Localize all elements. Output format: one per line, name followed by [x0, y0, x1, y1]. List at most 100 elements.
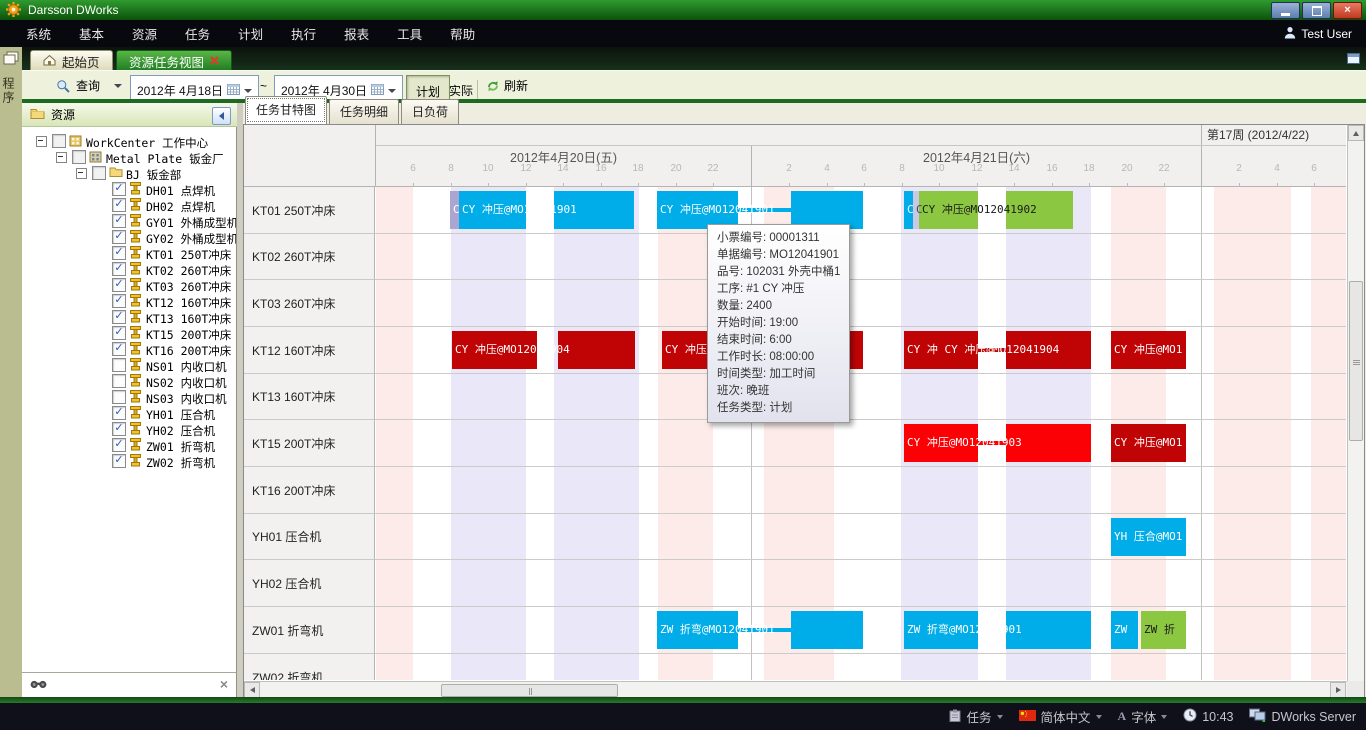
menu-item[interactable]: 工具 — [383, 24, 436, 43]
status-item[interactable]: 任务 — [949, 707, 1002, 726]
checkbox[interactable] — [112, 198, 126, 212]
tree-item[interactable]: DH01 点焊机 — [22, 182, 236, 197]
menu-item[interactable]: 基本 — [65, 24, 118, 43]
gantt-task-bar[interactable] — [904, 331, 978, 369]
gantt-task-bar[interactable] — [459, 191, 526, 229]
tree-item[interactable]: Metal Plate 钣金厂 — [22, 150, 236, 165]
gantt-task-bar[interactable] — [904, 424, 978, 462]
tree-item[interactable]: NS02 内收口机 — [22, 374, 236, 389]
gantt-task-bar[interactable] — [1141, 611, 1186, 649]
menu-item[interactable]: 资源 — [118, 24, 171, 43]
gantt-task-bar[interactable] — [1111, 331, 1186, 369]
scroll-right-button[interactable] — [1330, 682, 1346, 698]
checkbox[interactable] — [112, 406, 126, 420]
tab-close-icon[interactable] — [210, 54, 219, 68]
tree-item[interactable]: NS01 内收口机 — [22, 358, 236, 373]
tree-item[interactable]: KT15 200T冲床 — [22, 326, 236, 341]
checkbox[interactable] — [72, 150, 86, 164]
gantt-task-bar[interactable] — [1006, 331, 1091, 369]
checkbox[interactable] — [112, 214, 126, 228]
binoculars-icon[interactable] — [30, 679, 47, 693]
refresh-button[interactable]: 刷新 — [504, 71, 528, 100]
checkbox[interactable] — [112, 422, 126, 436]
window-layout-icon[interactable] — [1347, 53, 1360, 67]
menu-item[interactable]: 系统 — [12, 24, 65, 43]
tree-item[interactable]: GY02 外桶成型机 — [22, 230, 236, 245]
tree-item[interactable]: ZW01 折弯机 — [22, 438, 236, 453]
tree-item[interactable]: YH01 压合机 — [22, 406, 236, 421]
tree-item[interactable]: ZW02 折弯机 — [22, 454, 236, 469]
checkbox[interactable] — [112, 262, 126, 276]
gantt-task-bar[interactable] — [1111, 424, 1186, 462]
tree-item[interactable]: KT13 160T冲床 — [22, 310, 236, 325]
tree-item[interactable]: DH02 点焊机 — [22, 198, 236, 213]
vertical-scrollbar[interactable] — [1347, 125, 1364, 698]
tree-search-bar[interactable]: × — [22, 672, 236, 698]
view-tab[interactable]: 任务甘特图 — [245, 96, 327, 124]
checkbox[interactable] — [52, 134, 66, 148]
checkbox[interactable] — [112, 358, 126, 372]
user-indicator[interactable]: Test User — [1284, 20, 1352, 47]
tree-item[interactable]: KT03 260T冲床 — [22, 278, 236, 293]
tree-item[interactable]: BJ 钣金部 — [22, 166, 236, 181]
expander-icon[interactable] — [76, 168, 87, 179]
horizontal-scrollbar[interactable] — [244, 681, 1347, 698]
expander-icon[interactable] — [36, 136, 47, 147]
gantt-task-bar[interactable] — [657, 611, 738, 649]
scroll-left-button[interactable] — [244, 682, 260, 698]
tree-item[interactable]: KT01 250T冲床 — [22, 246, 236, 261]
tree-item[interactable]: YH02 压合机 — [22, 422, 236, 437]
checkbox[interactable] — [112, 278, 126, 292]
gantt-task-bar[interactable] — [1111, 611, 1138, 649]
tree-item[interactable]: NS03 内收口机 — [22, 390, 236, 405]
gantt-task-bar[interactable] — [1111, 518, 1186, 556]
dock-tab-program[interactable]: 程序 — [0, 77, 22, 105]
search-button[interactable]: 查询 — [76, 71, 100, 100]
menu-item[interactable]: 执行 — [277, 24, 330, 43]
tree-item[interactable]: WorkCenter 工作中心 — [22, 134, 236, 149]
gantt-task-bar[interactable] — [450, 191, 459, 229]
gantt-task-bar[interactable] — [558, 331, 635, 369]
checkbox[interactable] — [112, 326, 126, 340]
scroll-up-button[interactable] — [1348, 125, 1364, 141]
checkbox[interactable] — [112, 342, 126, 356]
status-item[interactable]: 10:43 — [1183, 708, 1233, 725]
view-tab[interactable]: 日负荷 — [401, 99, 459, 124]
checkbox[interactable] — [112, 182, 126, 196]
tab-resource-task-view[interactable]: 资源任务视图 — [116, 50, 232, 71]
search-dropdown-caret[interactable] — [114, 71, 122, 100]
checkbox[interactable] — [112, 230, 126, 244]
menu-item[interactable]: 计划 — [224, 24, 277, 43]
tree-item[interactable]: GY01 外桶成型机 — [22, 214, 236, 229]
tree-item[interactable]: KT02 260T冲床 — [22, 262, 236, 277]
vertical-scroll-thumb[interactable] — [1349, 281, 1363, 441]
view-tab[interactable]: 任务明细 — [329, 99, 399, 124]
horizontal-scroll-thumb[interactable] — [441, 684, 618, 697]
gantt-task-bar[interactable] — [452, 331, 537, 369]
collapse-panel-button[interactable] — [212, 107, 231, 125]
gantt-task-bar[interactable] — [904, 191, 913, 229]
gantt-task-bar[interactable] — [1006, 611, 1091, 649]
checkbox[interactable] — [92, 166, 106, 180]
checkbox[interactable] — [112, 454, 126, 468]
clear-icon[interactable]: × — [220, 676, 228, 692]
checkbox[interactable] — [112, 294, 126, 308]
gantt-task-bar[interactable] — [554, 191, 634, 229]
status-item[interactable]: A字体 — [1118, 707, 1168, 726]
gantt-task-bar[interactable] — [1006, 424, 1091, 462]
expander-icon[interactable] — [56, 152, 67, 163]
status-item[interactable]: DWorks Server — [1249, 708, 1356, 725]
gantt-task-bar[interactable] — [904, 611, 978, 649]
status-item[interactable]: 简体中文 — [1019, 707, 1102, 726]
close-button[interactable]: × — [1333, 2, 1362, 19]
checkbox[interactable] — [112, 310, 126, 324]
checkbox[interactable] — [112, 438, 126, 452]
checkbox[interactable] — [112, 374, 126, 388]
maximize-button[interactable] — [1302, 2, 1331, 19]
windows-stack-icon[interactable] — [3, 51, 19, 68]
checkbox[interactable] — [112, 246, 126, 260]
menu-item[interactable]: 任务 — [171, 24, 224, 43]
tree-item[interactable]: KT16 200T冲床 — [22, 342, 236, 357]
gantt-task-bar[interactable] — [919, 191, 978, 229]
menu-item[interactable]: 帮助 — [436, 24, 489, 43]
